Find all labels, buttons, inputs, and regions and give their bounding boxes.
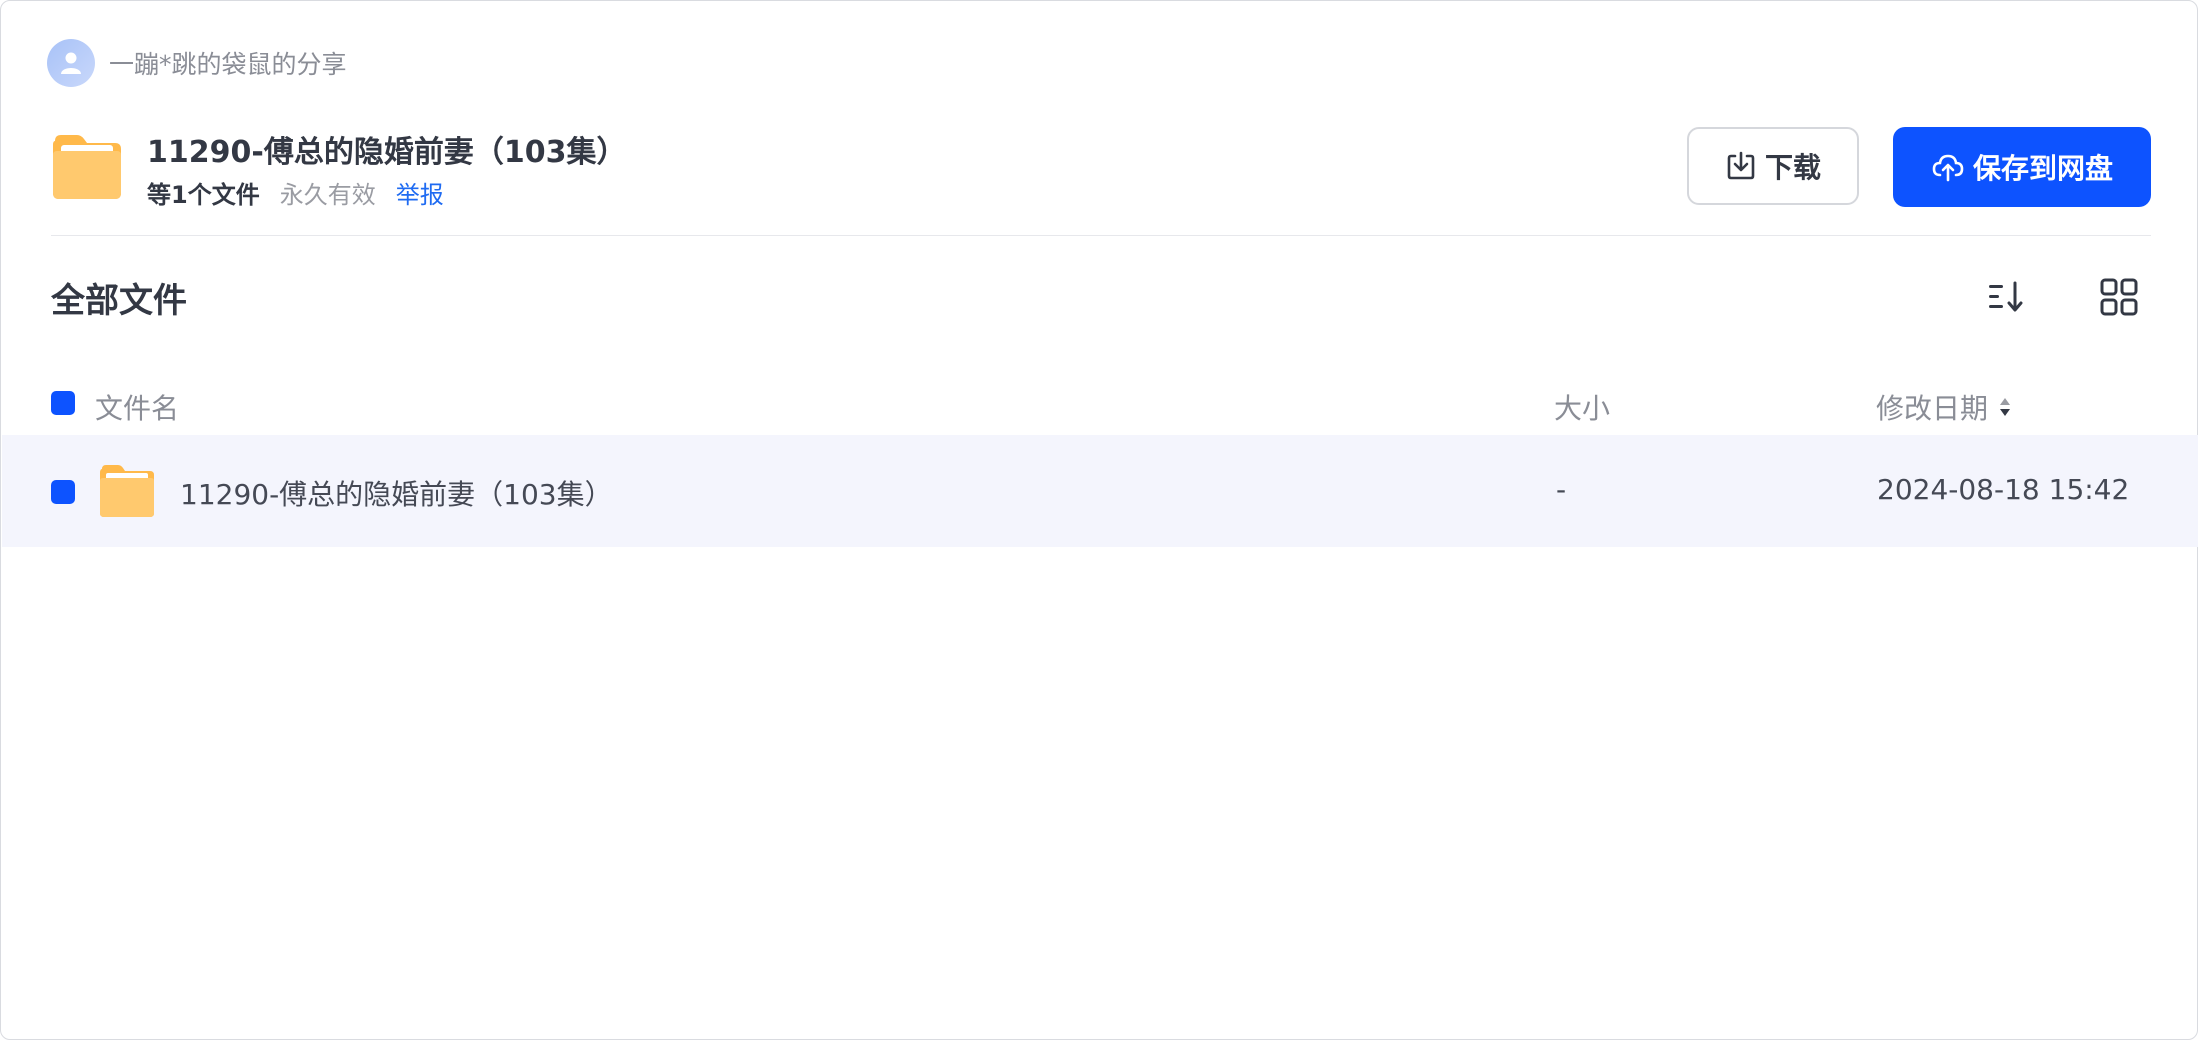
share-header: 11290-傅总的隐婚前妻（103集） 等1个文件 永久有效 举报 下载 保存到… [51, 127, 2151, 236]
folder-icon [53, 135, 121, 199]
share-card: 一蹦*跳的袋鼠的分享 11290-傅总的隐婚前妻（103集） 等1个文件 永久有… [0, 0, 2198, 1040]
save-to-cloud-button[interactable]: 保存到网盘 [1893, 127, 2151, 207]
table-row[interactable]: 11290-傅总的隐婚前妻（103集） - 2024-08-18 15:42 [2, 435, 2198, 547]
row-modified-date: 2024-08-18 15:42 [1877, 473, 2130, 506]
download-label: 下载 [1764, 151, 1821, 184]
sort-arrows-icon [1998, 395, 2012, 419]
share-title: 11290-傅总的隐婚前妻（103集） [147, 135, 627, 170]
column-header-modified[interactable]: 修改日期 [1876, 387, 2012, 427]
validity-text: 永久有效 [279, 181, 376, 209]
column-header-size: 大小 [1554, 392, 1611, 425]
row-file-size: - [1556, 473, 1567, 506]
grid-view-button[interactable] [2099, 277, 2139, 317]
select-all-checkbox[interactable] [51, 391, 75, 415]
avatar [47, 39, 95, 87]
user-icon [61, 52, 81, 74]
cloud-upload-icon [1931, 151, 1965, 183]
folder-icon [100, 465, 154, 517]
save-label: 保存到网盘 [1972, 152, 2113, 185]
sort-button[interactable] [1987, 277, 2031, 317]
download-icon [1725, 150, 1757, 182]
table-header: 文件名 大小 修改日期 [1, 377, 2199, 433]
file-count: 等1个文件 [147, 181, 260, 209]
sharer-info: 一蹦*跳的袋鼠的分享 [47, 39, 347, 87]
report-link[interactable]: 举报 [396, 175, 444, 210]
column-header-name: 文件名 [95, 392, 180, 425]
share-meta: 等1个文件 永久有效 举报 [147, 175, 444, 210]
row-file-name[interactable]: 11290-傅总的隐婚前妻（103集） [180, 473, 613, 513]
row-checkbox[interactable] [51, 480, 75, 504]
sharer-name: 一蹦*跳的袋鼠的分享 [109, 50, 347, 79]
sort-icon [1989, 281, 2023, 312]
section-title: 全部文件 [51, 281, 187, 321]
grid-icon [2100, 278, 2138, 316]
column-header-modified-label: 修改日期 [1876, 392, 1989, 425]
download-button[interactable]: 下载 [1687, 127, 1859, 205]
